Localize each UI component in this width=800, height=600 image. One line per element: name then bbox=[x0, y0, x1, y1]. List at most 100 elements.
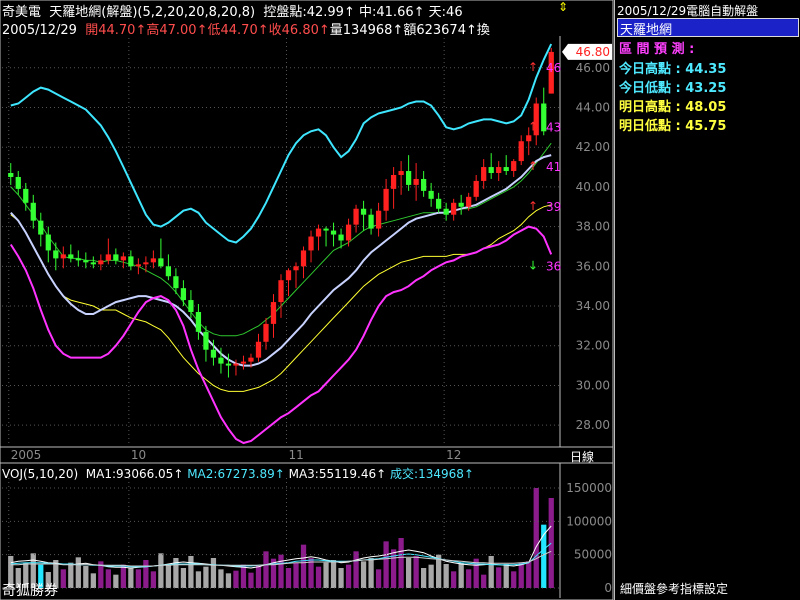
volume-bar bbox=[323, 562, 329, 588]
candlesticks bbox=[8, 47, 554, 378]
candle-body bbox=[225, 363, 232, 366]
volume-bar bbox=[503, 564, 509, 588]
marker-arrow-icon: ↓ bbox=[528, 258, 538, 272]
ma2-label: MA2: bbox=[187, 467, 218, 481]
candle-body bbox=[293, 266, 299, 271]
date-axis: 2005 10 11 12 bbox=[11, 448, 462, 462]
price-tick-label: 32.00 bbox=[576, 339, 610, 353]
today-high-row: 今日高點 : 44.35 bbox=[619, 58, 726, 77]
tomorrow-low-value: 45.75 bbox=[685, 119, 727, 134]
panel-header: 2005/12/29電腦自動解盤 bbox=[617, 2, 758, 19]
volume-bar bbox=[533, 488, 539, 588]
price-tick-label: 28.00 bbox=[576, 418, 610, 432]
forecast-label: 區 間 預 測 : bbox=[619, 42, 695, 57]
volume-bar bbox=[218, 569, 224, 588]
candle-body bbox=[338, 234, 344, 241]
volume-bar bbox=[526, 561, 532, 588]
volume-bar bbox=[330, 560, 337, 588]
voj-label: VOJ(5,10,20) bbox=[2, 467, 79, 481]
candle-body bbox=[113, 254, 119, 261]
status-bar[interactable]: 細價盤參考指標設定 bbox=[620, 580, 728, 597]
volume-bar bbox=[135, 569, 141, 588]
open-value: 44.70 bbox=[98, 23, 136, 38]
candle-body bbox=[248, 357, 254, 362]
ma1-label: MA1: bbox=[85, 467, 117, 481]
volume-bar bbox=[443, 564, 449, 588]
volume-bar bbox=[511, 571, 517, 588]
tomorrow-low-row: 明日低點 : 45.75 bbox=[619, 115, 726, 134]
candle-body bbox=[53, 250, 59, 259]
volume-bar bbox=[285, 568, 292, 588]
marker-label: 41 bbox=[546, 160, 561, 174]
candle-body bbox=[75, 258, 81, 261]
mid-label: 中: bbox=[359, 5, 377, 20]
volume-bar bbox=[165, 564, 172, 588]
tomorrow-high-label: 明日高點 : bbox=[619, 100, 681, 115]
volume-bar bbox=[60, 569, 66, 588]
candle-body bbox=[98, 260, 104, 265]
candle-body bbox=[473, 180, 479, 197]
volume-bar bbox=[113, 574, 119, 588]
marker-arrow-icon: ↑ bbox=[528, 199, 538, 213]
scroll-arrows-icon[interactable]: ⇕ bbox=[558, 0, 568, 14]
candle-body bbox=[150, 258, 157, 263]
chart-frame bbox=[0, 0, 614, 600]
volume-bar bbox=[398, 538, 404, 588]
trade-value: 134968 bbox=[418, 467, 464, 481]
date-tick-label: 12 bbox=[446, 448, 461, 462]
candle-body bbox=[300, 250, 307, 267]
volume-bar bbox=[128, 568, 134, 588]
amount-label: 額 bbox=[403, 23, 417, 38]
candle-body bbox=[436, 198, 442, 209]
date-tick-label: 2005 bbox=[11, 448, 42, 462]
candle-body bbox=[278, 280, 284, 303]
ma2-value: 67273.89 bbox=[217, 467, 275, 481]
candle-body bbox=[135, 264, 141, 267]
volume-bar bbox=[248, 572, 254, 588]
volume-bar bbox=[225, 573, 232, 588]
volume-tick-label: 100000 bbox=[566, 514, 612, 528]
broker-label: 奇狐勝券 bbox=[2, 583, 58, 599]
volume-bar bbox=[90, 573, 96, 588]
candle-body bbox=[315, 228, 322, 237]
candle-body bbox=[218, 357, 224, 364]
volume-bar bbox=[338, 568, 344, 588]
candle-body bbox=[30, 202, 36, 221]
volume-tick-label: 0 bbox=[604, 581, 612, 595]
volume-bar bbox=[120, 564, 126, 588]
period-label[interactable]: 日線 bbox=[570, 448, 594, 465]
quote-date: 2005/12/29 bbox=[2, 23, 77, 38]
candle-body bbox=[398, 171, 404, 175]
volume-bar bbox=[451, 571, 457, 588]
candle-body bbox=[188, 300, 194, 312]
volume-value: 134968 bbox=[342, 23, 393, 38]
turnover-label: 換 bbox=[476, 23, 490, 38]
today-low-value: 43.25 bbox=[685, 81, 727, 96]
candle-body bbox=[518, 141, 524, 162]
volume-bar bbox=[315, 566, 322, 588]
candle-body bbox=[60, 254, 66, 259]
volume-bar bbox=[421, 568, 427, 588]
volume-bar bbox=[143, 560, 149, 588]
candle-body bbox=[368, 214, 374, 229]
volume-bar bbox=[368, 558, 374, 588]
grid bbox=[0, 0, 614, 600]
volume-bar bbox=[68, 562, 74, 588]
selected-indicator[interactable]: 天羅地網 bbox=[617, 18, 799, 38]
volume-bar bbox=[496, 567, 502, 588]
candle-body bbox=[503, 167, 509, 172]
volume-bar bbox=[210, 558, 217, 588]
candle-body bbox=[8, 173, 14, 177]
candle-body bbox=[143, 262, 149, 265]
candle-body bbox=[83, 260, 89, 263]
tomorrow-low-label: 明日低點 : bbox=[619, 119, 681, 134]
upper-band-line bbox=[10, 43, 553, 244]
candle-body bbox=[210, 349, 217, 358]
volume-bar bbox=[383, 541, 389, 588]
volume-tick-label: 150000 bbox=[566, 481, 612, 495]
price-tick-label: 34.00 bbox=[576, 299, 610, 313]
ma1-value: 93066.05 bbox=[116, 467, 174, 481]
volume-panel bbox=[8, 488, 554, 588]
volume-bar bbox=[488, 556, 494, 588]
stock-name: 奇美電 bbox=[2, 5, 42, 20]
